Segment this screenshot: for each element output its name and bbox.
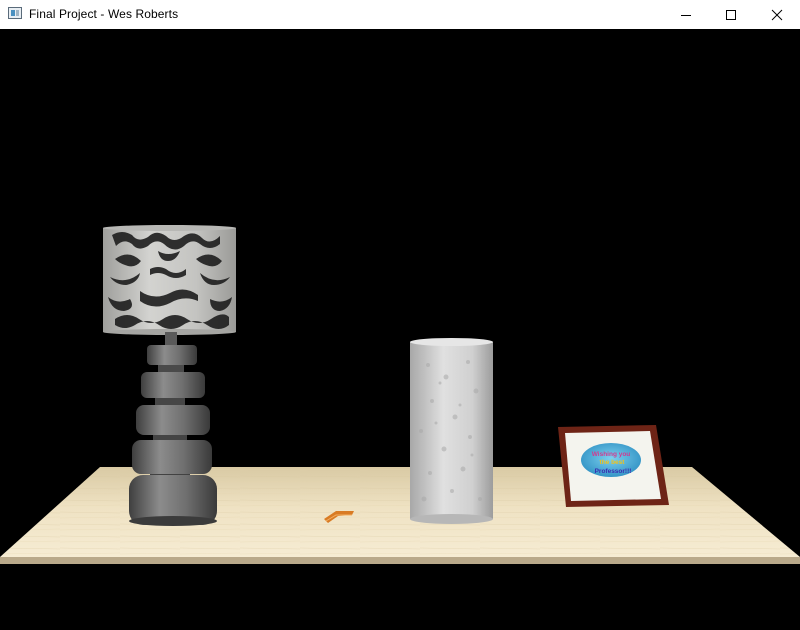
frame-text-line-2: the best [600, 459, 626, 466]
frame-text-line-1: Wishing you [592, 451, 631, 458]
cylinder [410, 338, 493, 524]
window-title: Final Project - Wes Roberts [29, 7, 179, 21]
lamp-shade [103, 225, 236, 335]
frame-text-line-3: Professor!!! [595, 468, 632, 475]
minimize-icon [681, 14, 691, 16]
minimize-button[interactable] [663, 0, 709, 29]
title-bar[interactable]: Final Project - Wes Roberts [0, 0, 800, 29]
app-window: Final Project - Wes Roberts Wishing you … [0, 0, 800, 630]
lamp-base [129, 345, 217, 526]
maximize-button[interactable] [708, 0, 754, 29]
lamp-neck [165, 332, 177, 346]
close-icon [771, 9, 783, 20]
maximize-icon [726, 9, 736, 20]
picture-frame: Wishing you the best Professor!!! [558, 425, 669, 507]
app-icon [8, 7, 22, 19]
table-top [0, 467, 800, 564]
close-button[interactable] [754, 0, 800, 29]
3d-scene: Wishing you the best Professor!!! [0, 225, 800, 564]
render-viewport[interactable]: Wishing you the best Professor!!! [0, 29, 800, 630]
